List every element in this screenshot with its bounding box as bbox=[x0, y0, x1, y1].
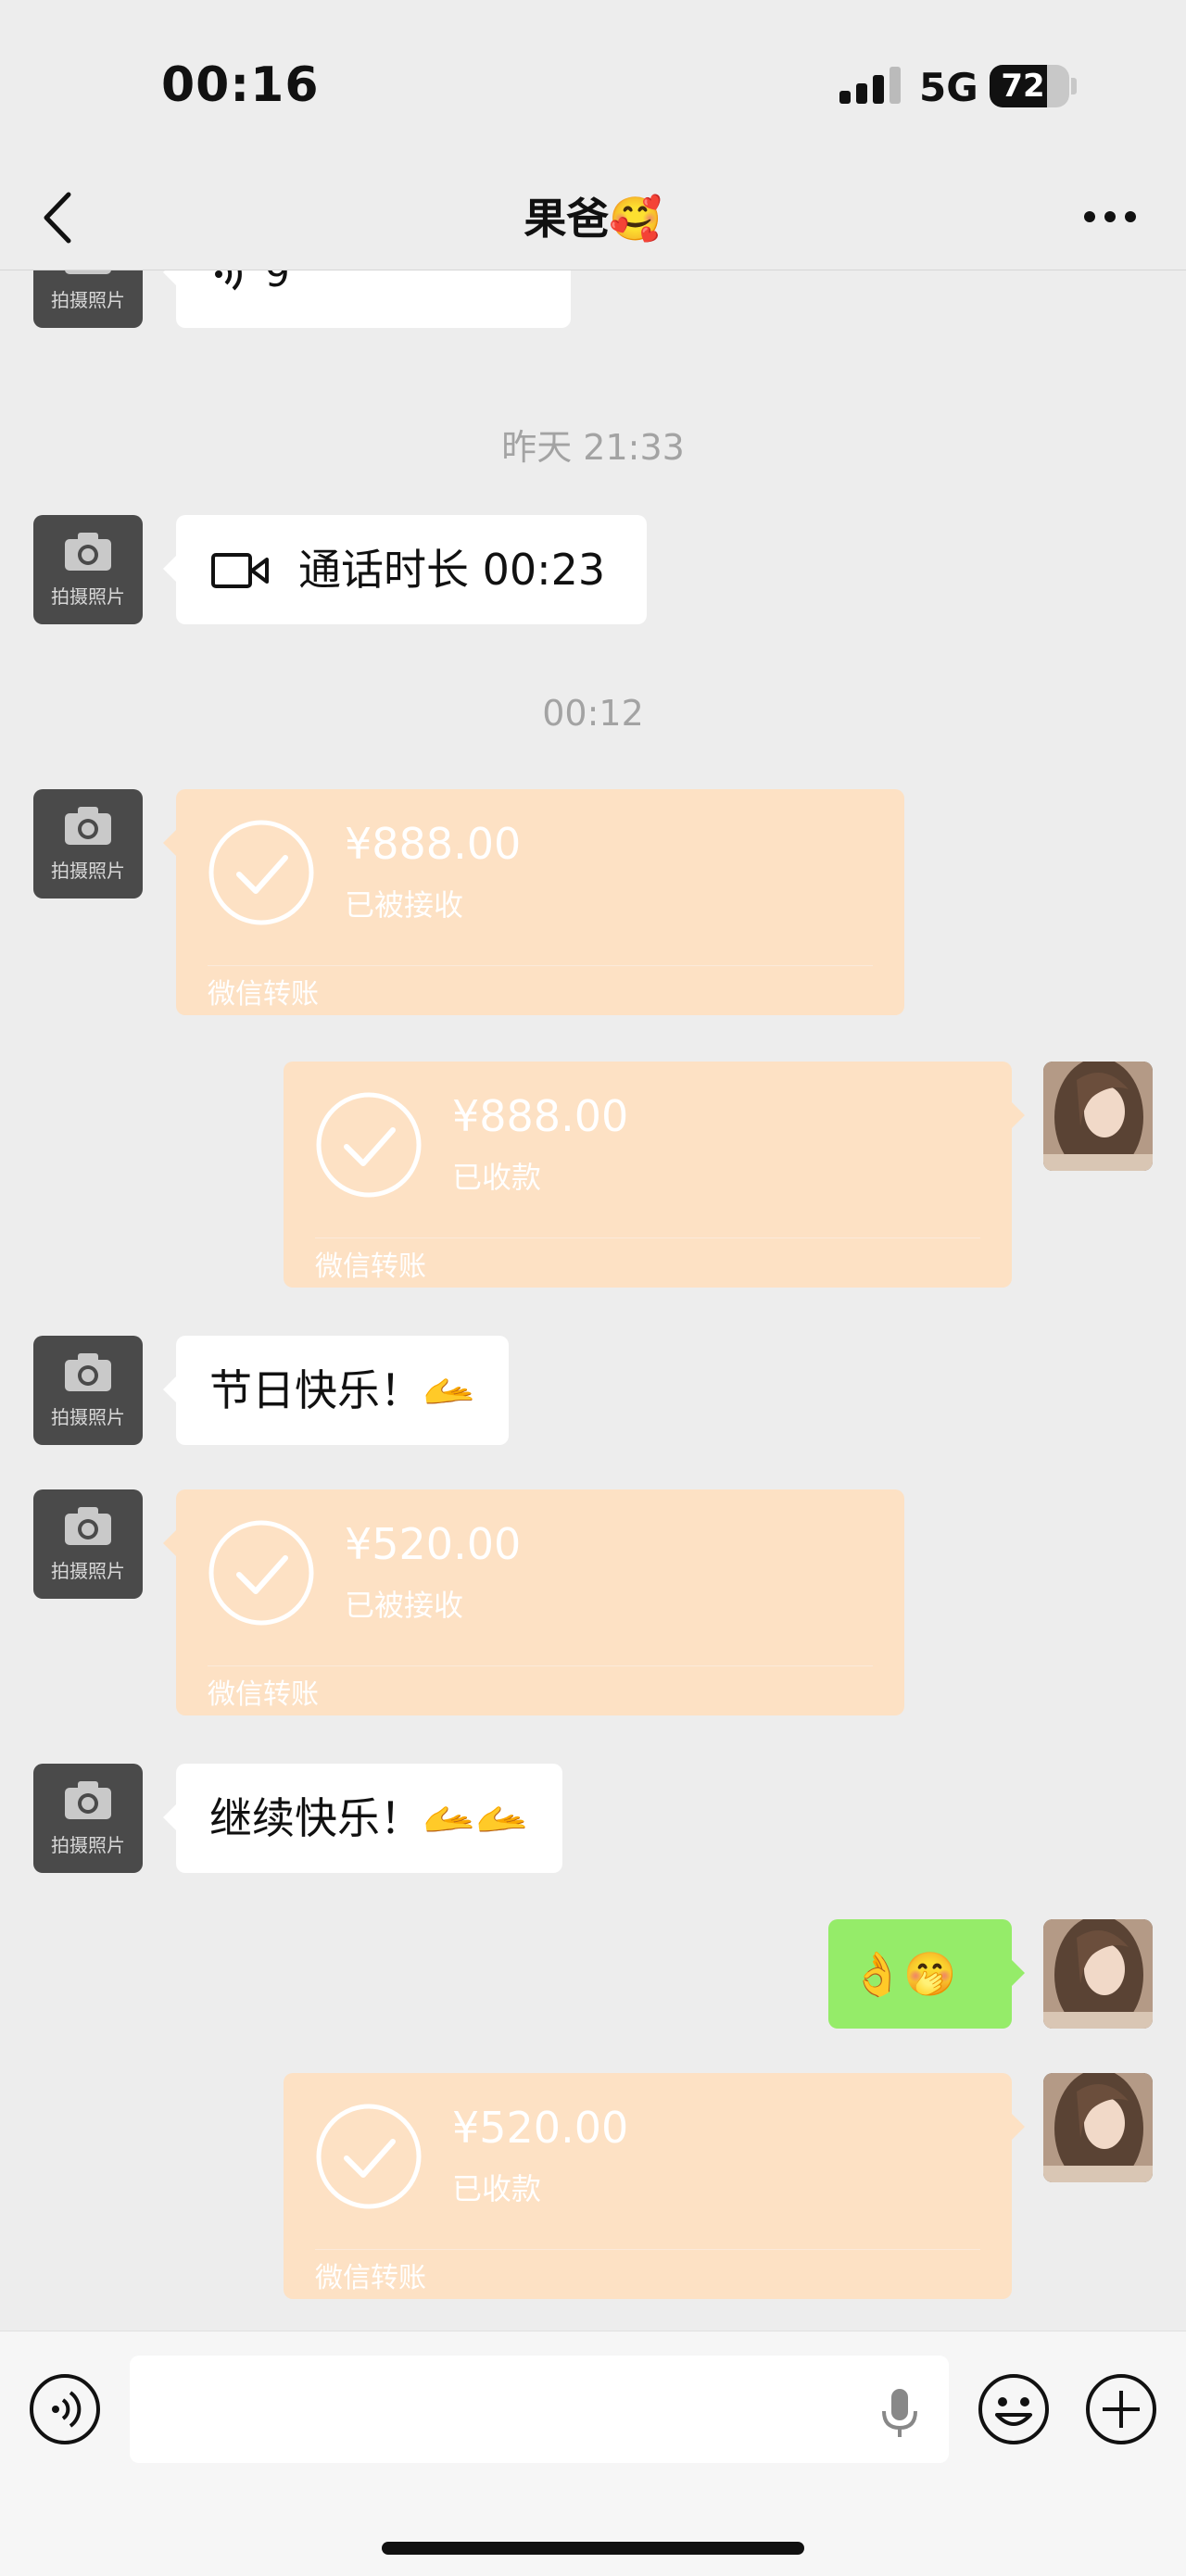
voice-input-icon[interactable] bbox=[28, 2372, 102, 2446]
check-circle-icon bbox=[316, 2104, 422, 2209]
transfer-card[interactable]: ¥888.00 已被接收 微信转账 bbox=[163, 789, 904, 1015]
camera-icon bbox=[65, 1781, 111, 1819]
avatar-label: 拍摄照片 bbox=[51, 1406, 125, 1428]
transfer-card[interactable]: ¥520.00 已收款 微信转账 bbox=[284, 2073, 1025, 2299]
transfer-state: 已被接收 bbox=[345, 1588, 464, 1623]
emoji-icon[interactable] bbox=[977, 2372, 1051, 2446]
avatar-label: 拍摄照片 bbox=[51, 289, 125, 311]
call-duration: 通话时长 00:23 bbox=[298, 545, 606, 595]
divider bbox=[208, 965, 873, 966]
microphone-icon[interactable] bbox=[878, 2387, 921, 2439]
status-time: 00:16 bbox=[161, 57, 320, 113]
home-indicator bbox=[382, 2542, 804, 2555]
avatar-label: 拍摄照片 bbox=[51, 1560, 125, 1582]
contact-avatar[interactable]: 拍摄照片 bbox=[33, 1489, 143, 1599]
contact-name: 果爸🥰 bbox=[524, 194, 662, 244]
message-input[interactable] bbox=[130, 2356, 949, 2463]
transfer-source: 微信转账 bbox=[315, 2262, 426, 2294]
signal-icon bbox=[839, 67, 901, 104]
text-message[interactable]: 节日快乐！🫴 bbox=[162, 1336, 510, 1445]
divider bbox=[315, 2249, 980, 2250]
camera-icon bbox=[65, 1507, 111, 1545]
timestamp: 昨天 21:33 bbox=[501, 427, 685, 468]
contact-avatar[interactable]: 拍摄照片 bbox=[33, 515, 143, 624]
plus-icon[interactable] bbox=[1084, 2372, 1158, 2446]
transfer-card[interactable]: ¥520.00 已被接收 微信转账 bbox=[163, 1489, 904, 1715]
contact-avatar[interactable]: 拍摄照片 bbox=[33, 1764, 143, 1873]
chat-header: 果爸🥰 bbox=[0, 167, 1186, 270]
transfer-state: 已收款 bbox=[452, 1160, 542, 1195]
voice-duration: 9" bbox=[265, 270, 309, 295]
contact-avatar[interactable]: 拍摄照片 bbox=[33, 789, 143, 898]
check-circle-icon bbox=[316, 1092, 422, 1198]
camera-icon bbox=[65, 270, 111, 274]
transfer-state: 已被接收 bbox=[345, 887, 464, 923]
camera-icon bbox=[65, 533, 111, 571]
voice-message[interactable]: 9" bbox=[163, 270, 571, 328]
network-label: 5G bbox=[919, 65, 978, 110]
contact-avatar[interactable]: 拍摄照片 bbox=[33, 270, 143, 328]
text-message[interactable]: 继续快乐！🫴🫴 bbox=[163, 1764, 562, 1873]
status-bar: 00:16 5G 72 bbox=[0, 0, 1186, 167]
my-text-message[interactable]: 👌🤭 bbox=[828, 1919, 1025, 2029]
my-avatar[interactable] bbox=[1043, 1062, 1153, 1171]
avatar-photo bbox=[1043, 1062, 1153, 1171]
divider bbox=[208, 1665, 873, 1666]
battery-icon: 72 bbox=[990, 65, 1069, 107]
transfer-amount: ¥888.00 bbox=[452, 1091, 629, 1141]
check-circle-icon bbox=[208, 820, 314, 925]
camera-icon bbox=[65, 1353, 111, 1391]
my-avatar[interactable] bbox=[1043, 2073, 1153, 2182]
avatar-photo bbox=[1043, 2073, 1153, 2182]
avatar-label: 拍摄照片 bbox=[51, 1834, 125, 1856]
transfer-amount: ¥888.00 bbox=[345, 819, 522, 869]
voice-wave-icon bbox=[215, 270, 242, 291]
video-call-message[interactable]: 通话时长 00:23 bbox=[163, 515, 647, 624]
transfer-amount: ¥520.00 bbox=[345, 1519, 522, 1569]
input-bar bbox=[0, 2331, 1186, 2576]
avatar-label: 拍摄照片 bbox=[51, 585, 125, 608]
transfer-amount: ¥520.00 bbox=[452, 2103, 629, 2153]
avatar-label: 拍摄照片 bbox=[51, 860, 125, 882]
transfer-state: 已收款 bbox=[452, 2171, 542, 2206]
battery-level: 72 bbox=[1001, 68, 1045, 105]
timestamp: 00:12 bbox=[542, 693, 644, 734]
message-list[interactable]: 拍摄照片 9" 昨天 21:33 拍摄照片 通话时长 00:23 00:12 拍… bbox=[0, 270, 1186, 2331]
transfer-card[interactable]: ¥888.00 已收款 微信转账 bbox=[284, 1062, 1025, 1288]
camera-icon bbox=[65, 807, 111, 845]
more-options-icon[interactable] bbox=[1082, 209, 1138, 224]
battery-tip bbox=[1071, 78, 1077, 94]
transfer-source: 微信转账 bbox=[208, 978, 319, 1011]
contact-avatar[interactable]: 拍摄照片 bbox=[33, 1336, 143, 1445]
video-call-icon bbox=[211, 553, 269, 588]
transfer-source: 微信转账 bbox=[208, 1678, 319, 1711]
transfer-source: 微信转账 bbox=[315, 1250, 426, 1283]
my-avatar[interactable] bbox=[1043, 1919, 1153, 2029]
check-circle-icon bbox=[208, 1520, 314, 1626]
avatar-photo bbox=[1043, 1919, 1153, 2029]
